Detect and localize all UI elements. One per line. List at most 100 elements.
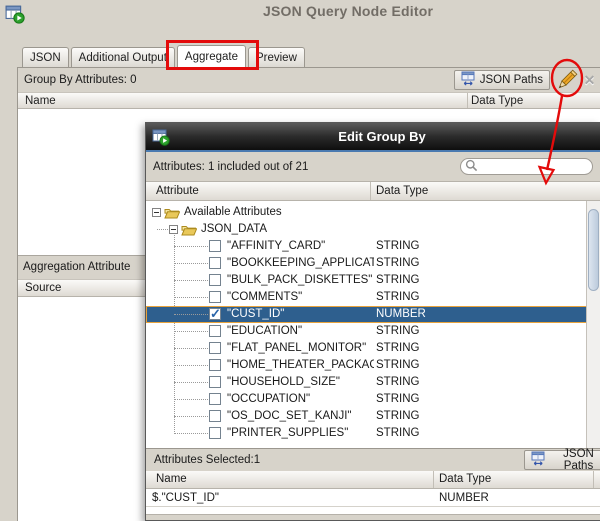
json-paths-icon [461,71,476,89]
tree-item-cust-id[interactable]: "CUST_ID" NUMBER [146,306,600,323]
attribute-type: STRING [376,342,420,354]
selected-attribute-path: $."CUST_ID" [152,491,219,504]
attribute-type: STRING [376,410,420,422]
attribute-type: STRING [376,325,420,337]
attribute-name: "OS_DOC_SET_KANJI" [227,410,352,422]
checkbox[interactable] [209,393,221,405]
dialog-icon [152,128,170,146]
edit-pencil-icon[interactable] [553,67,580,94]
selected-attribute-row[interactable]: $."CUST_ID" NUMBER [146,489,600,507]
checkbox[interactable] [209,359,221,371]
tree-item-household-size[interactable]: "HOUSEHOLD_SIZE" STRING [146,374,600,391]
search-input[interactable] [478,160,588,173]
attribute-name: "HOME_THEATER_PACKAGE" [227,359,374,371]
search-icon [465,159,478,175]
dialog-title: Edit Group By [338,129,426,144]
attribute-type: NUMBER [376,308,426,320]
folder-icon [181,223,198,239]
tree-item-flat-panel-monitor[interactable]: "FLAT_PANEL_MONITOR" STRING [146,340,600,357]
edit-group-by-dialog: Edit Group By Attributes: 1 included out… [145,122,600,521]
json-paths-icon [531,451,546,469]
attribute-name: "FLAT_PANEL_MONITOR" [227,342,367,354]
tree-scrollbar[interactable] [586,201,600,448]
checkbox[interactable] [209,240,221,252]
tab-additional-output[interactable]: Additional Output [70,47,175,68]
search-field[interactable] [460,158,593,175]
tab-json[interactable]: JSON [22,47,69,68]
tree-node-available-attributes[interactable]: Available Attributes [146,204,600,221]
selected-attribute-type: NUMBER [439,491,489,504]
column-header-name: Name [18,93,468,108]
json-paths-label: JSON Paths [563,448,594,472]
attribute-type: STRING [376,240,420,252]
checkbox[interactable] [209,325,221,337]
attribute-name: "BOOKKEEPING_APPLICATION" [227,257,374,269]
tab-bar: JSON Additional Output Aggregate Preview [22,45,307,68]
attribute-name: "BULK_PACK_DISKETTES" [227,274,373,286]
attribute-type: STRING [376,376,420,388]
collapse-icon[interactable] [169,225,178,234]
checkbox[interactable] [209,342,221,354]
column-header-name: Name [146,471,434,488]
attribute-name: "CUST_ID" [227,308,285,320]
group-by-toolbar: Group By Attributes: 0 JSON Paths [18,68,600,92]
dialog-footbar: Attributes Selected:1 JSON Paths [146,448,600,472]
collapse-icon[interactable] [152,208,161,217]
dialog-bottom-strip [146,514,600,520]
tree-item-occupation[interactable]: "OCCUPATION" STRING [146,391,600,408]
tree-node-label: JSON_DATA [201,223,268,235]
attribute-type: STRING [376,257,420,269]
checkbox-checked[interactable] [209,306,221,322]
checkbox[interactable] [209,427,221,439]
attribute-name: "OCCUPATION" [227,393,311,405]
column-header-data-type: Data Type [471,95,524,107]
tree-item-education[interactable]: "EDUCATION" STRING [146,323,600,340]
delete-icon[interactable] [581,72,598,89]
column-header-data-type: Data Type [376,185,429,197]
tree-item-affinity-card[interactable]: "AFFINITY_CARD" STRING [146,238,600,255]
tree-item-os-doc-set-kanji[interactable]: "OS_DOC_SET_KANJI" STRING [146,408,600,425]
attribute-name: "PRINTER_SUPPLIES" [227,427,349,439]
dialog-infobar: Attributes: 1 included out of 21 [146,152,600,181]
column-header-attribute: Attribute [146,182,371,200]
attribute-name: "COMMENTS" [227,291,303,303]
attributes-selected-summary: Attributes Selected:1 [154,454,261,466]
attributes-summary: Attributes: 1 included out of 21 [153,160,309,173]
checkbox[interactable] [209,257,221,269]
tab-aggregate[interactable]: Aggregate [176,45,246,68]
checkbox[interactable] [209,291,221,303]
checkbox[interactable] [209,376,221,388]
folder-icon [164,206,181,222]
attribute-name: "AFFINITY_CARD" [227,240,326,252]
tree-item-home-theater-package[interactable]: "HOME_THEATER_PACKAGE" STRING [146,357,600,374]
dialog-json-paths-button[interactable]: JSON Paths [524,448,600,472]
dialog-titlebar[interactable]: Edit Group By [146,123,600,150]
attribute-tree: Available Attributes JSON_DATA "AFFINITY… [146,201,600,448]
json-query-node-editor-window: JSON Query Node Editor JSON Additional O… [0,0,600,521]
tree-item-comments[interactable]: "COMMENTS" STRING [146,289,600,306]
selected-table-body [146,507,600,514]
attribute-table-header: Attribute Data Type [146,181,600,201]
checkbox[interactable] [209,274,221,286]
group-by-table-header: Name Data Type [18,92,600,109]
checkbox[interactable] [209,410,221,422]
node-editor-icon [5,4,25,24]
column-header-data-type: Data Type [434,471,594,488]
attribute-name: "HOUSEHOLD_SIZE" [227,376,340,388]
tree-node-json-data[interactable]: JSON_DATA [146,221,600,238]
attribute-type: STRING [376,427,420,439]
attribute-type: STRING [376,359,420,371]
tree-node-label: Available Attributes [184,206,282,218]
attribute-name: "EDUCATION" [227,325,303,337]
tree-item-printer-supplies[interactable]: "PRINTER_SUPPLIES" STRING [146,425,600,442]
attribute-type: STRING [376,274,420,286]
group-by-summary: Group By Attributes: 0 [24,74,137,86]
json-paths-label: JSON Paths [479,74,543,86]
attribute-type: STRING [376,291,420,303]
json-paths-button[interactable]: JSON Paths [453,70,550,90]
scrollbar-thumb[interactable] [588,209,599,291]
tree-item-bulk-pack-diskettes[interactable]: "BULK_PACK_DISKETTES" STRING [146,272,600,289]
tree-item-bookkeeping-application[interactable]: "BOOKKEEPING_APPLICATION" STRING [146,255,600,272]
tab-preview[interactable]: Preview [247,47,305,68]
window-title: JSON Query Node Editor [263,3,434,19]
